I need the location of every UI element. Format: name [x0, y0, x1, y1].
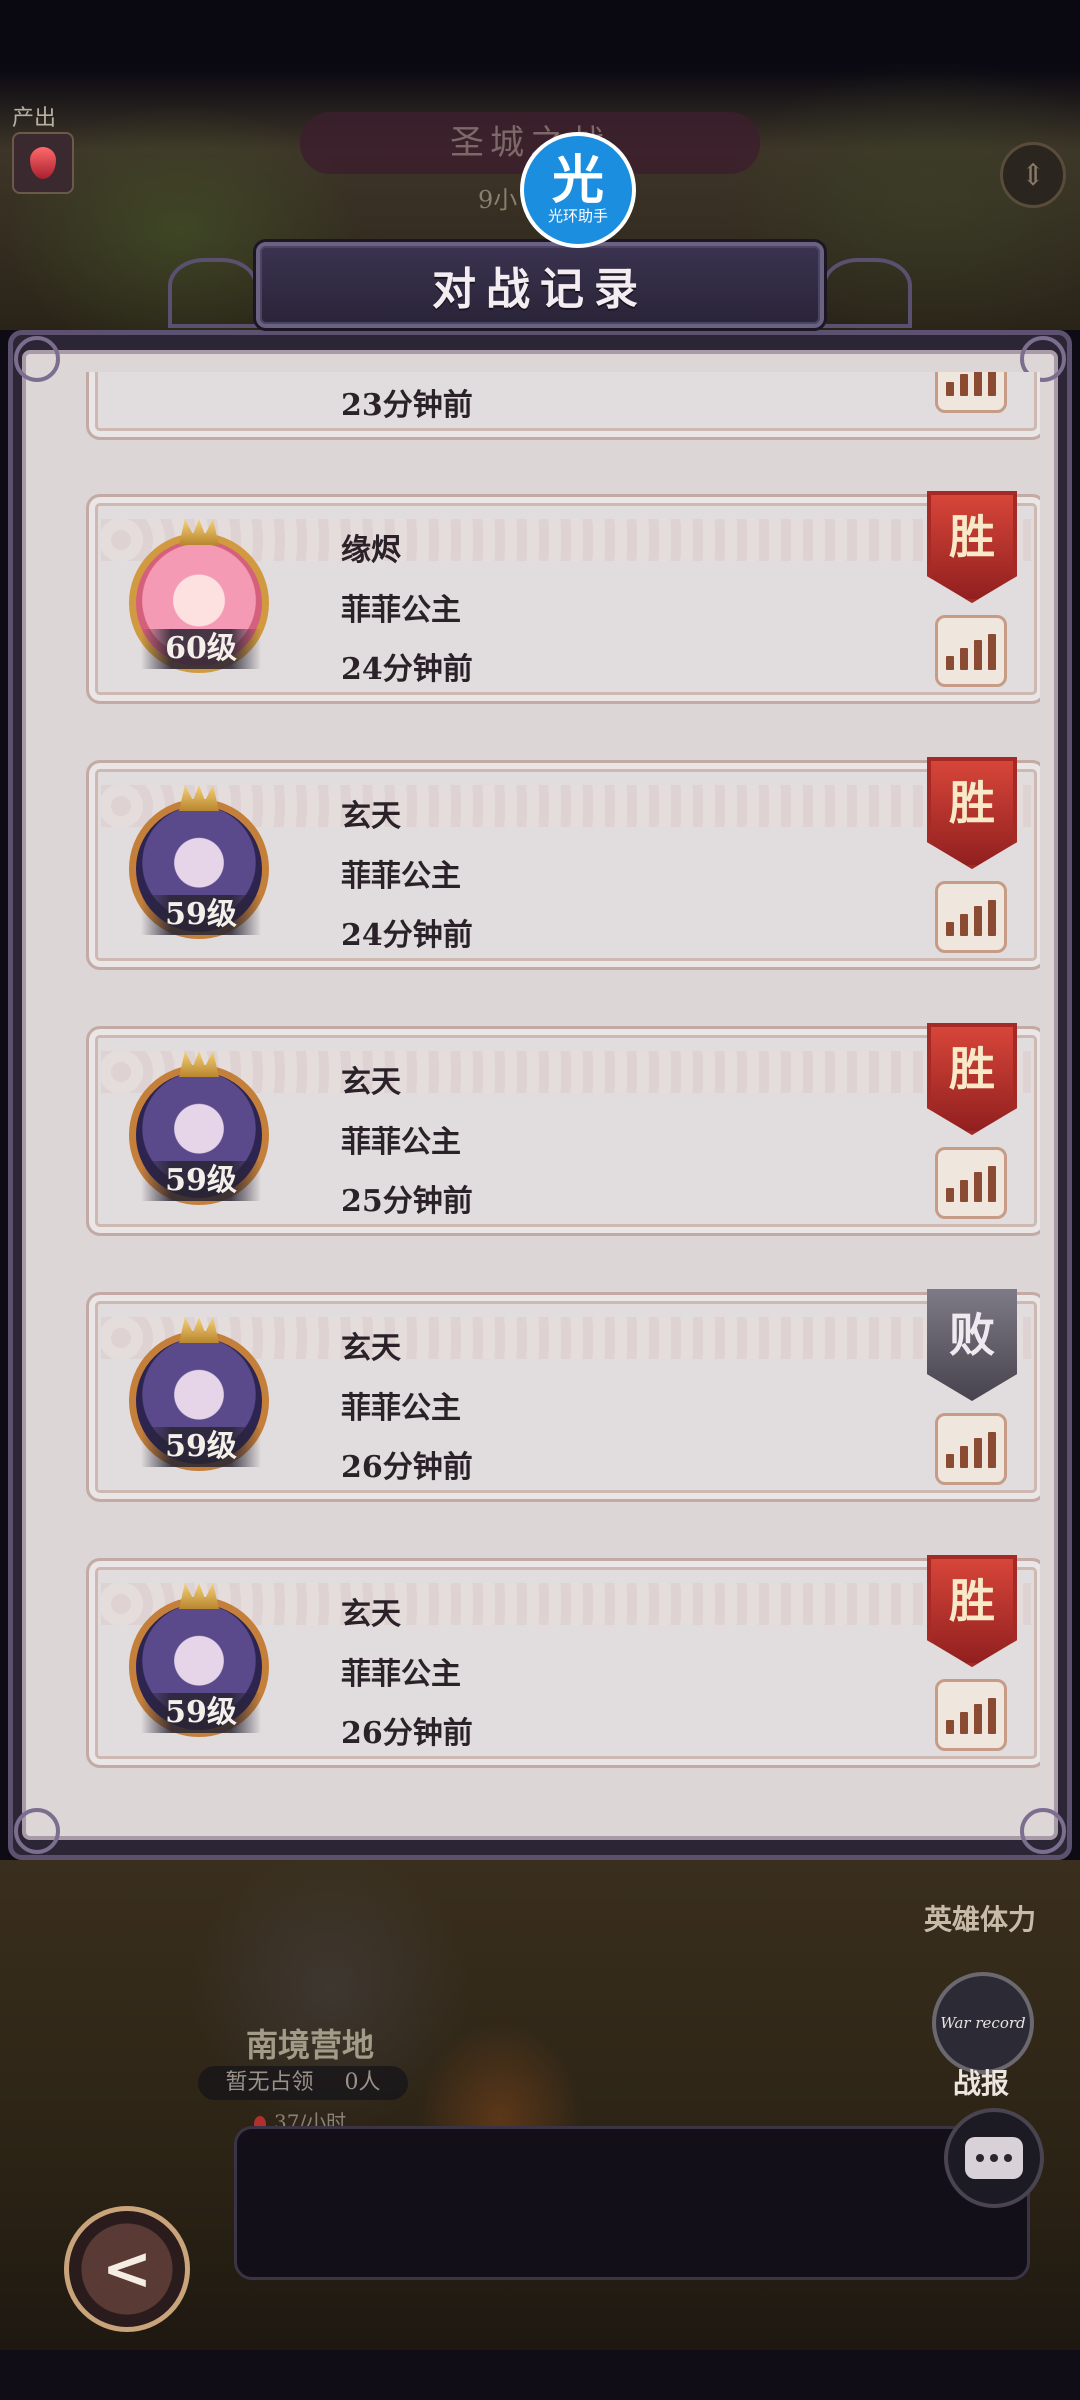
bar-chart-icon[interactable]: [935, 1679, 1007, 1751]
bottom-strip: [0, 2350, 1080, 2400]
player-nickname: 缘烬: [341, 533, 401, 568]
bar-chart-icon[interactable]: [935, 372, 1007, 413]
battle-record-card[interactable]: 59级 玄天 菲菲公主 26分钟前 败: [86, 1289, 1040, 1502]
bar-chart-icon[interactable]: [935, 881, 1007, 953]
battle-record-card[interactable]: 59级 玄天 菲菲公主 26分钟前 胜: [86, 1555, 1040, 1768]
war-record-badge-text: War record: [940, 2014, 1026, 2032]
record-time: 26分钟前: [341, 1450, 473, 1485]
result-badge: 胜: [927, 1023, 1017, 1135]
chat-bubble-icon[interactable]: [944, 2108, 1044, 2208]
battle-record-card[interactable]: 59级 玄天 菲菲公主 25分钟前 胜: [86, 1023, 1040, 1236]
camp-name[interactable]: 南境营地: [246, 2020, 374, 2066]
record-time: 25分钟前: [341, 1184, 473, 1219]
war-record-button[interactable]: War record: [932, 1972, 1034, 2074]
bar-chart-icon[interactable]: [935, 1413, 1007, 1485]
production-label: 产出: [12, 106, 57, 131]
player-level: 60级: [141, 629, 261, 669]
player-nickname: 玄天: [341, 1065, 401, 1100]
player-level: 59级: [141, 1427, 261, 1467]
player-server: 菲菲公主: [341, 859, 461, 894]
production-gem-icon[interactable]: [12, 132, 74, 194]
player-nickname: 玄天: [341, 1331, 401, 1366]
battle-record-card-partial[interactable]: 23分钟前: [86, 372, 1040, 440]
player-server: 菲菲公主: [341, 593, 461, 628]
record-time: 24分钟前: [341, 918, 473, 953]
result-badge: 胜: [927, 1555, 1017, 1667]
player-level: 59级: [141, 895, 261, 935]
war-report-label[interactable]: 战报: [953, 2062, 1009, 2102]
chat-box[interactable]: [234, 2126, 1030, 2280]
crown-icon: [179, 1317, 219, 1343]
camp-status: 暂无占领: [225, 2070, 314, 2095]
title-ornament-right: [822, 258, 912, 328]
guanghuan-watermark-logo: 光 光环助手: [520, 132, 636, 248]
record-time: 23分钟前: [341, 388, 473, 423]
player-server: 菲菲公主: [341, 1125, 461, 1160]
result-badge: 胜: [927, 491, 1017, 603]
player-nickname: 玄天: [341, 799, 401, 834]
battle-record-card[interactable]: 60级 缘烬 菲菲公主 24分钟前 胜: [86, 491, 1040, 704]
hero-stamina-label[interactable]: 英雄体力: [924, 1898, 1036, 1938]
player-level: 59级: [141, 1161, 261, 1201]
bar-chart-icon[interactable]: [935, 615, 1007, 687]
bar-chart-icon[interactable]: [935, 1147, 1007, 1219]
camp-count: 0人: [344, 2070, 381, 2095]
scroll-arrows-icon[interactable]: ⇕: [1000, 142, 1066, 208]
record-time: 26分钟前: [341, 1716, 473, 1751]
crown-icon: [179, 519, 219, 545]
player-server: 菲菲公主: [341, 1391, 461, 1426]
battle-record-card[interactable]: 59级 玄天 菲菲公主 24分钟前 胜: [86, 757, 1040, 970]
top-banner-subtitle: 9小: [478, 186, 518, 214]
result-badge: 败: [927, 1289, 1017, 1401]
player-server: 菲菲公主: [341, 1657, 461, 1692]
status-bar: [0, 0, 1080, 64]
player-nickname: 玄天: [341, 1597, 401, 1632]
crown-icon: [179, 1583, 219, 1609]
back-arrow-icon[interactable]: <: [64, 2206, 190, 2332]
title-ornament-left: [168, 258, 258, 328]
crown-icon: [179, 785, 219, 811]
crown-icon: [179, 1051, 219, 1077]
battle-record-list[interactable]: 23分钟前 60级 缘烬 菲菲公主 24分钟前 胜 59级 玄天 菲菲公主 24…: [40, 372, 1040, 1822]
record-time: 24分钟前: [341, 652, 473, 687]
result-badge: 胜: [927, 757, 1017, 869]
player-level: 59级: [141, 1693, 261, 1733]
dialog-title: 对战记录: [432, 264, 648, 315]
camp-status-bar: 暂无占领 0人: [198, 2066, 408, 2100]
dialog-title-plate: 对战记录: [256, 242, 824, 328]
